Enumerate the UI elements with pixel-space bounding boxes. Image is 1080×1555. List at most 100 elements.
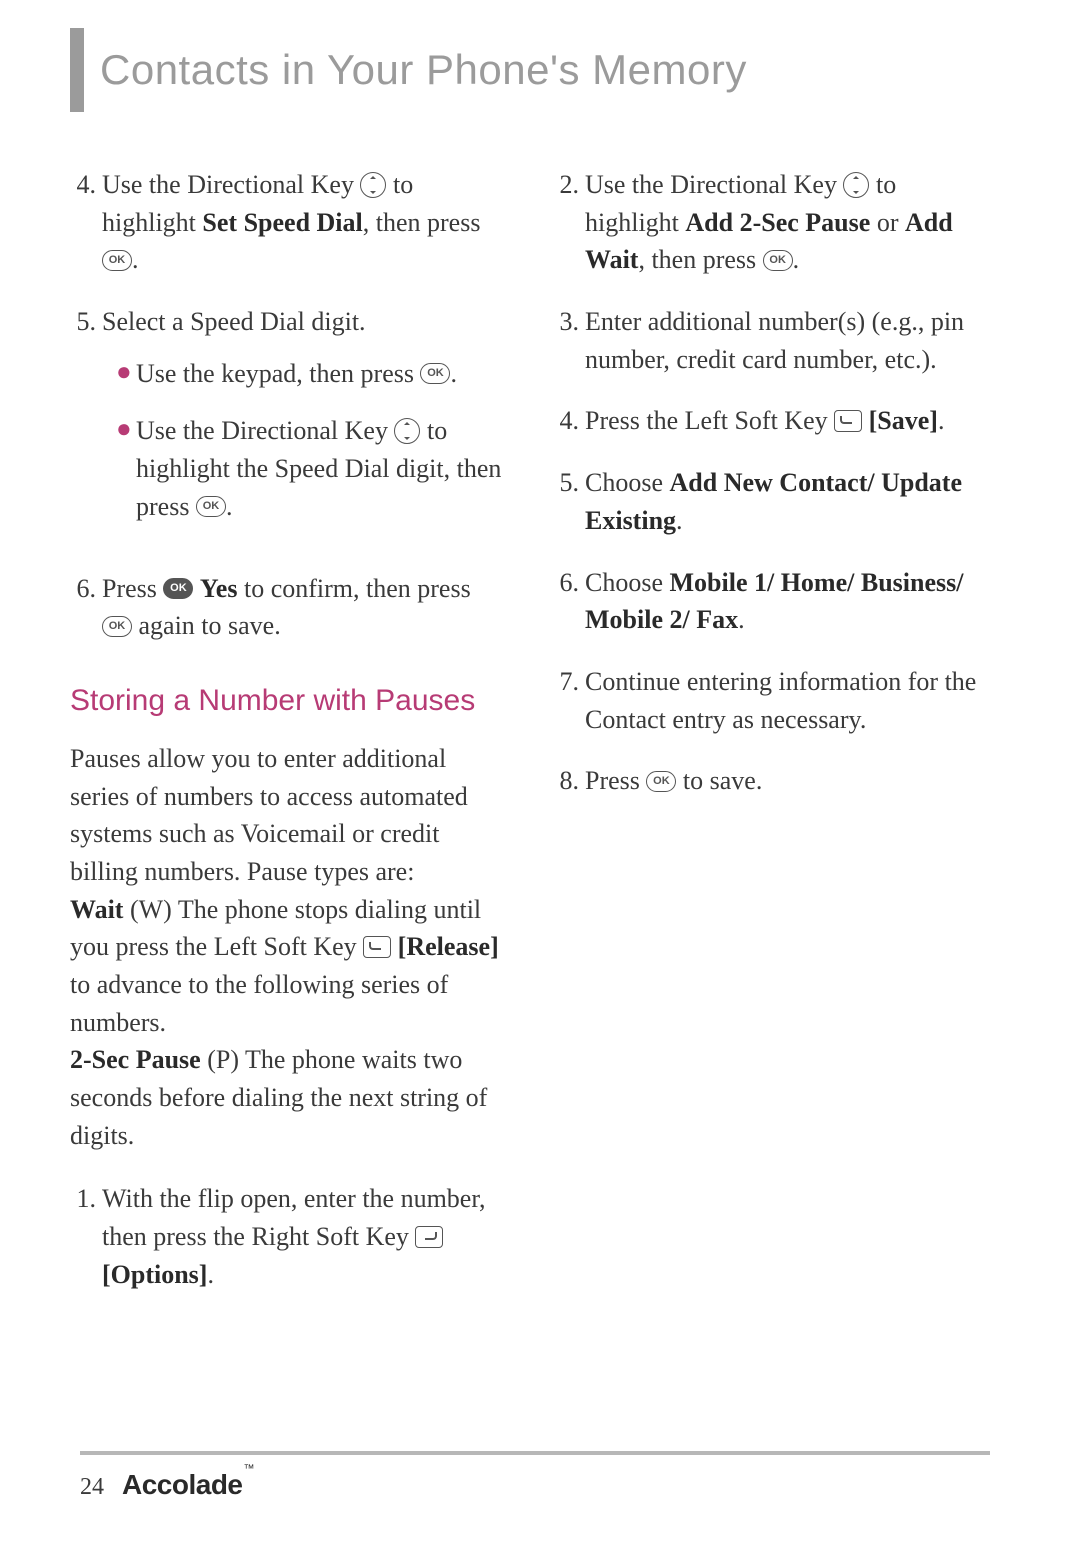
text: Use the Directional Key [136, 416, 394, 445]
text: . [207, 1260, 214, 1289]
text: Use the Directional Key [102, 170, 360, 199]
right-soft-key-icon [415, 1226, 443, 1248]
text: to advance to the following series of nu… [70, 970, 448, 1037]
text: , then press [363, 208, 481, 237]
brand-text: Accolade [122, 1469, 243, 1500]
text: . [938, 406, 945, 435]
step-5: 5. Select a Speed Dial digit. ● Use the … [70, 303, 507, 545]
bullet-dot-icon: ● [116, 412, 136, 525]
page-title: Contacts in Your Phone's Memory [100, 28, 747, 112]
step-body: Select a Speed Dial digit. ● Use the key… [102, 303, 507, 545]
page-footer: 24 Accolade™ [80, 1469, 253, 1501]
pause-step-7: 7. Continue entering information for the… [553, 663, 990, 738]
text: , then press [638, 245, 762, 274]
step-number: 8. [553, 762, 585, 800]
bullet-body: Use the Directional Key to highlight the… [136, 412, 507, 525]
step-number: 2. [553, 166, 585, 279]
directional-key-icon [394, 418, 420, 444]
bold-text: Set Speed Dial [202, 208, 362, 237]
step-body: Choose Add New Contact/ Update Existing. [585, 464, 990, 539]
step-body: Press the Left Soft Key [Save]. [585, 402, 990, 440]
step-body: Enter additional number(s) (e.g., pin nu… [585, 303, 990, 378]
step-number: 5. [70, 303, 102, 545]
ok-key-icon: OK [196, 496, 226, 517]
step-number: 3. [553, 303, 585, 378]
text: . [676, 506, 683, 535]
step-body: Continue entering information for the Co… [585, 663, 990, 738]
text: again to save. [139, 611, 281, 640]
right-column: 2. Use the Directional Key to highlight … [553, 166, 990, 1318]
step-number: 7. [553, 663, 585, 738]
text: Choose [585, 568, 670, 597]
pause-step-1: 1. With the flip open, enter the number,… [70, 1180, 507, 1293]
step-number: 1. [70, 1180, 102, 1293]
step-body: Press OK to save. [585, 762, 990, 800]
ok-key-icon: OK [102, 250, 132, 271]
step-6: 6. Press OK Yes to confirm, then press O… [70, 570, 507, 645]
bullet-body: Use the keypad, then press OK. [136, 355, 507, 393]
step-number: 4. [70, 166, 102, 279]
pause-step-5: 5. Choose Add New Contact/ Update Existi… [553, 464, 990, 539]
pause-step-6: 6. Choose Mobile 1/ Home/ Business/ Mobi… [553, 564, 990, 639]
step-number: 4. [553, 402, 585, 440]
text: . [226, 492, 233, 521]
pause-step-8: 8. Press OK to save. [553, 762, 990, 800]
bold-text: Add 2-Sec Pause [685, 208, 870, 237]
text: . [450, 359, 457, 388]
pause-step-4: 4. Press the Left Soft Key [Save]. [553, 402, 990, 440]
header-accent-bar [70, 28, 84, 112]
text: to confirm, then press [244, 574, 471, 603]
step-body: With the flip open, enter the number, th… [102, 1180, 507, 1293]
bullet-list: ● Use the keypad, then press OK. ● Use t… [102, 355, 507, 526]
bold-text: Yes [200, 574, 238, 603]
trademark-icon: ™ [244, 1463, 255, 1475]
step-body: Choose Mobile 1/ Home/ Business/ Mobile … [585, 564, 990, 639]
bullet-item: ● Use the Directional Key to highlight t… [102, 412, 507, 525]
paragraph-pauses: Pauses allow you to enter additional ser… [70, 740, 507, 1155]
page-number: 24 [80, 1474, 104, 1501]
step-number: 5. [553, 464, 585, 539]
step-4: 4. Use the Directional Key to highlight … [70, 166, 507, 279]
ok-key-icon: OK [102, 616, 132, 637]
bullet-item: ● Use the keypad, then press OK. [102, 355, 507, 393]
bold-text: [Options] [102, 1260, 207, 1289]
bold-text: [Release] [398, 932, 499, 961]
text: Press [102, 574, 163, 603]
ok-key-icon: OK [763, 250, 793, 271]
text: . [738, 605, 745, 634]
text: Use the keypad, then press [136, 359, 420, 388]
left-soft-key-icon [363, 936, 391, 958]
bold-text: Wait [70, 895, 123, 924]
footer-rule [80, 1451, 990, 1455]
text: . [132, 245, 139, 274]
page-header: Contacts in Your Phone's Memory [70, 28, 990, 112]
bold-text: 2-Sec Pause [70, 1045, 201, 1074]
text: . [793, 245, 800, 274]
text: to save. [683, 766, 762, 795]
ok-key-icon: OK [646, 771, 676, 792]
pause-step-2: 2. Use the Directional Key to highlight … [553, 166, 990, 279]
ok-key-filled-icon: OK [163, 578, 193, 599]
step-body: Press OK Yes to confirm, then press OK a… [102, 570, 507, 645]
pause-step-3: 3. Enter additional number(s) (e.g., pin… [553, 303, 990, 378]
content-columns: 4. Use the Directional Key to highlight … [70, 166, 990, 1318]
text: Press [585, 766, 646, 795]
bold-text: [Save] [869, 406, 938, 435]
text: or [870, 208, 905, 237]
text: Choose [585, 468, 670, 497]
ok-key-icon: OK [420, 363, 450, 384]
step-number: 6. [553, 564, 585, 639]
text: Use the Directional Key [585, 170, 843, 199]
step-number: 6. [70, 570, 102, 645]
left-soft-key-icon [834, 410, 862, 432]
left-column: 4. Use the Directional Key to highlight … [70, 166, 507, 1318]
text: Pauses allow you to enter additional ser… [70, 744, 468, 886]
brand-name: Accolade™ [122, 1469, 253, 1501]
text: Press the Left Soft Key [585, 406, 834, 435]
step-body: Use the Directional Key to highlight Set… [102, 166, 507, 279]
directional-key-icon [843, 172, 869, 198]
step-body: Use the Directional Key to highlight Add… [585, 166, 990, 279]
bullet-dot-icon: ● [116, 355, 136, 393]
text: Select a Speed Dial digit. [102, 307, 366, 336]
directional-key-icon [360, 172, 386, 198]
